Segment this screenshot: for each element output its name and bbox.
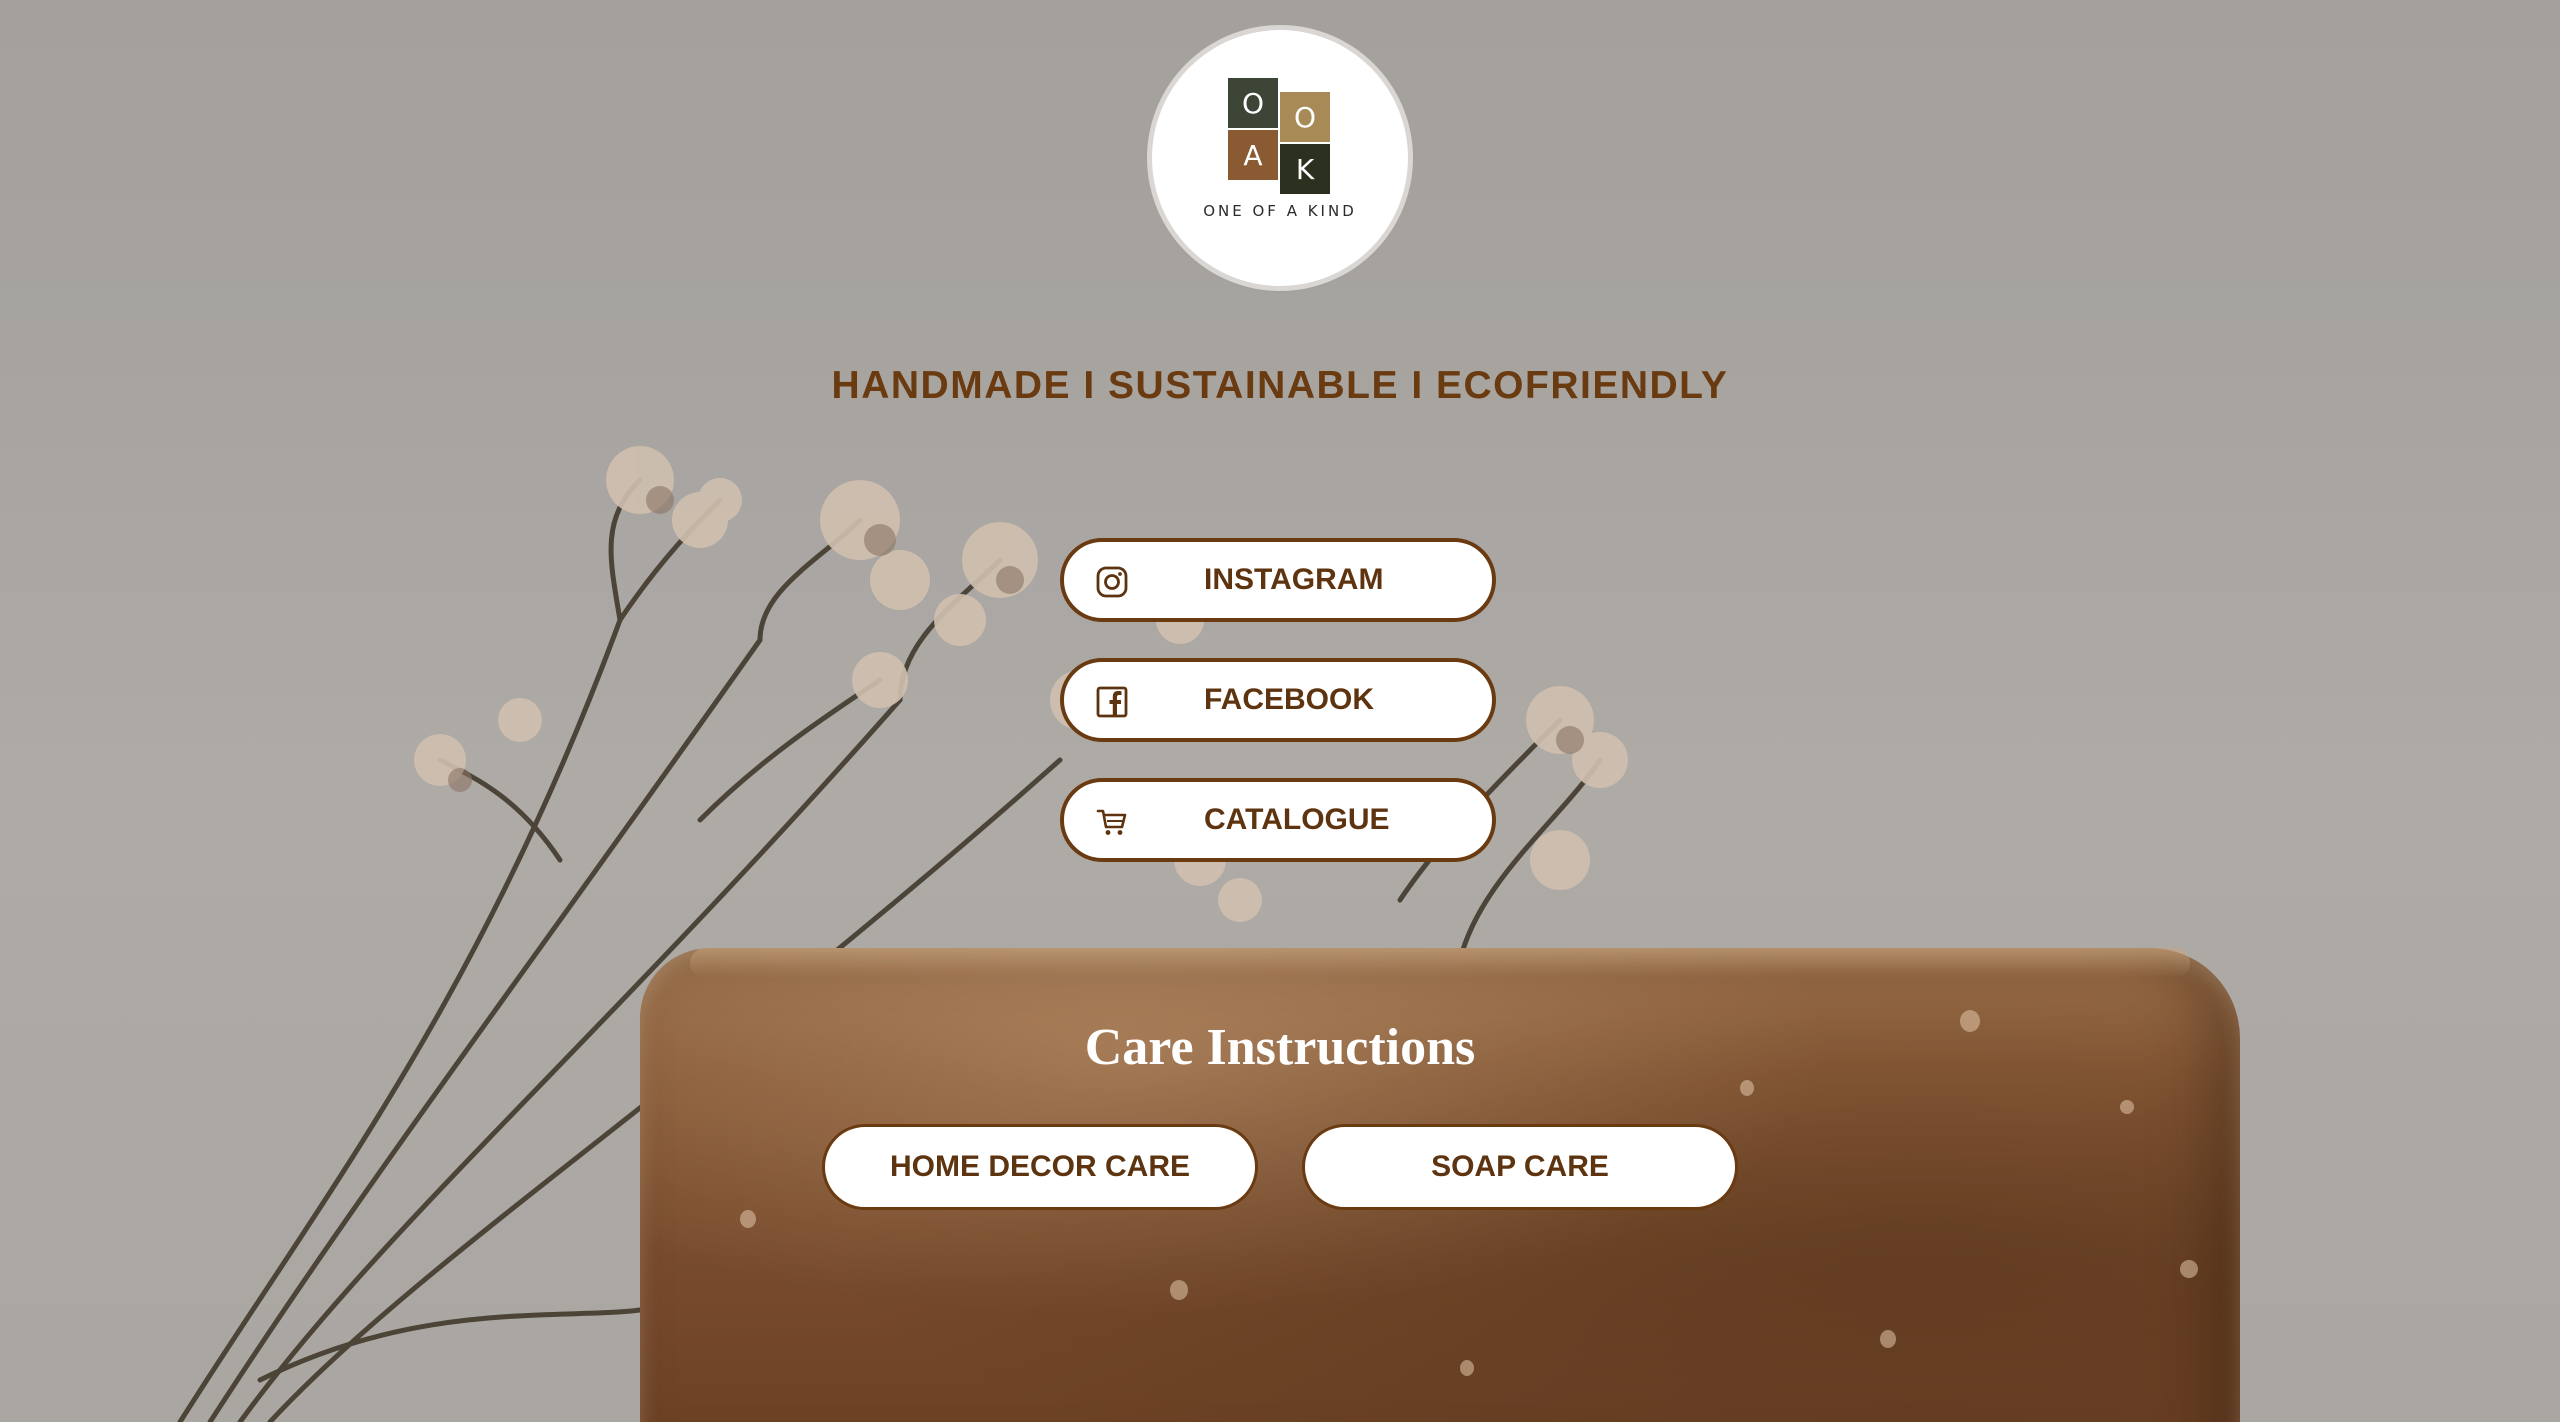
page-background: O O A K ONE OF A KIND HANDMADE I SUSTAIN… bbox=[0, 0, 2560, 1422]
brand-logo: O O A K ONE OF A KIND bbox=[1152, 30, 1408, 286]
logo-tile: O bbox=[1280, 92, 1330, 142]
logo-tagline: ONE OF A KIND bbox=[1203, 202, 1357, 220]
soap-care-button[interactable]: SOAP CARE bbox=[1302, 1124, 1738, 1210]
brand-tagline: HANDMADE I SUSTAINABLE I ECOFRIENDLY bbox=[831, 364, 1729, 407]
logo-tile: A bbox=[1228, 130, 1278, 180]
cart-icon bbox=[1096, 809, 1127, 835]
logo-tile: K bbox=[1280, 144, 1330, 194]
care-instructions-heading: Care Instructions bbox=[1084, 1019, 1476, 1076]
instagram-link-button[interactable]: INSTAGRAM bbox=[1060, 538, 1496, 622]
facebook-link-button[interactable]: FACEBOOK bbox=[1060, 658, 1496, 742]
instagram-link-label: INSTAGRAM bbox=[1204, 563, 1384, 596]
home-decor-care-button[interactable]: HOME DECOR CARE bbox=[822, 1124, 1258, 1210]
logo-mark: O O A K bbox=[1228, 78, 1332, 194]
instagram-icon bbox=[1096, 566, 1128, 598]
catalogue-link-label: CATALOGUE bbox=[1204, 803, 1390, 836]
catalogue-link-button[interactable]: CATALOGUE bbox=[1060, 778, 1496, 862]
facebook-icon bbox=[1096, 686, 1128, 718]
facebook-link-label: FACEBOOK bbox=[1204, 683, 1375, 716]
logo-tile: O bbox=[1228, 78, 1278, 128]
